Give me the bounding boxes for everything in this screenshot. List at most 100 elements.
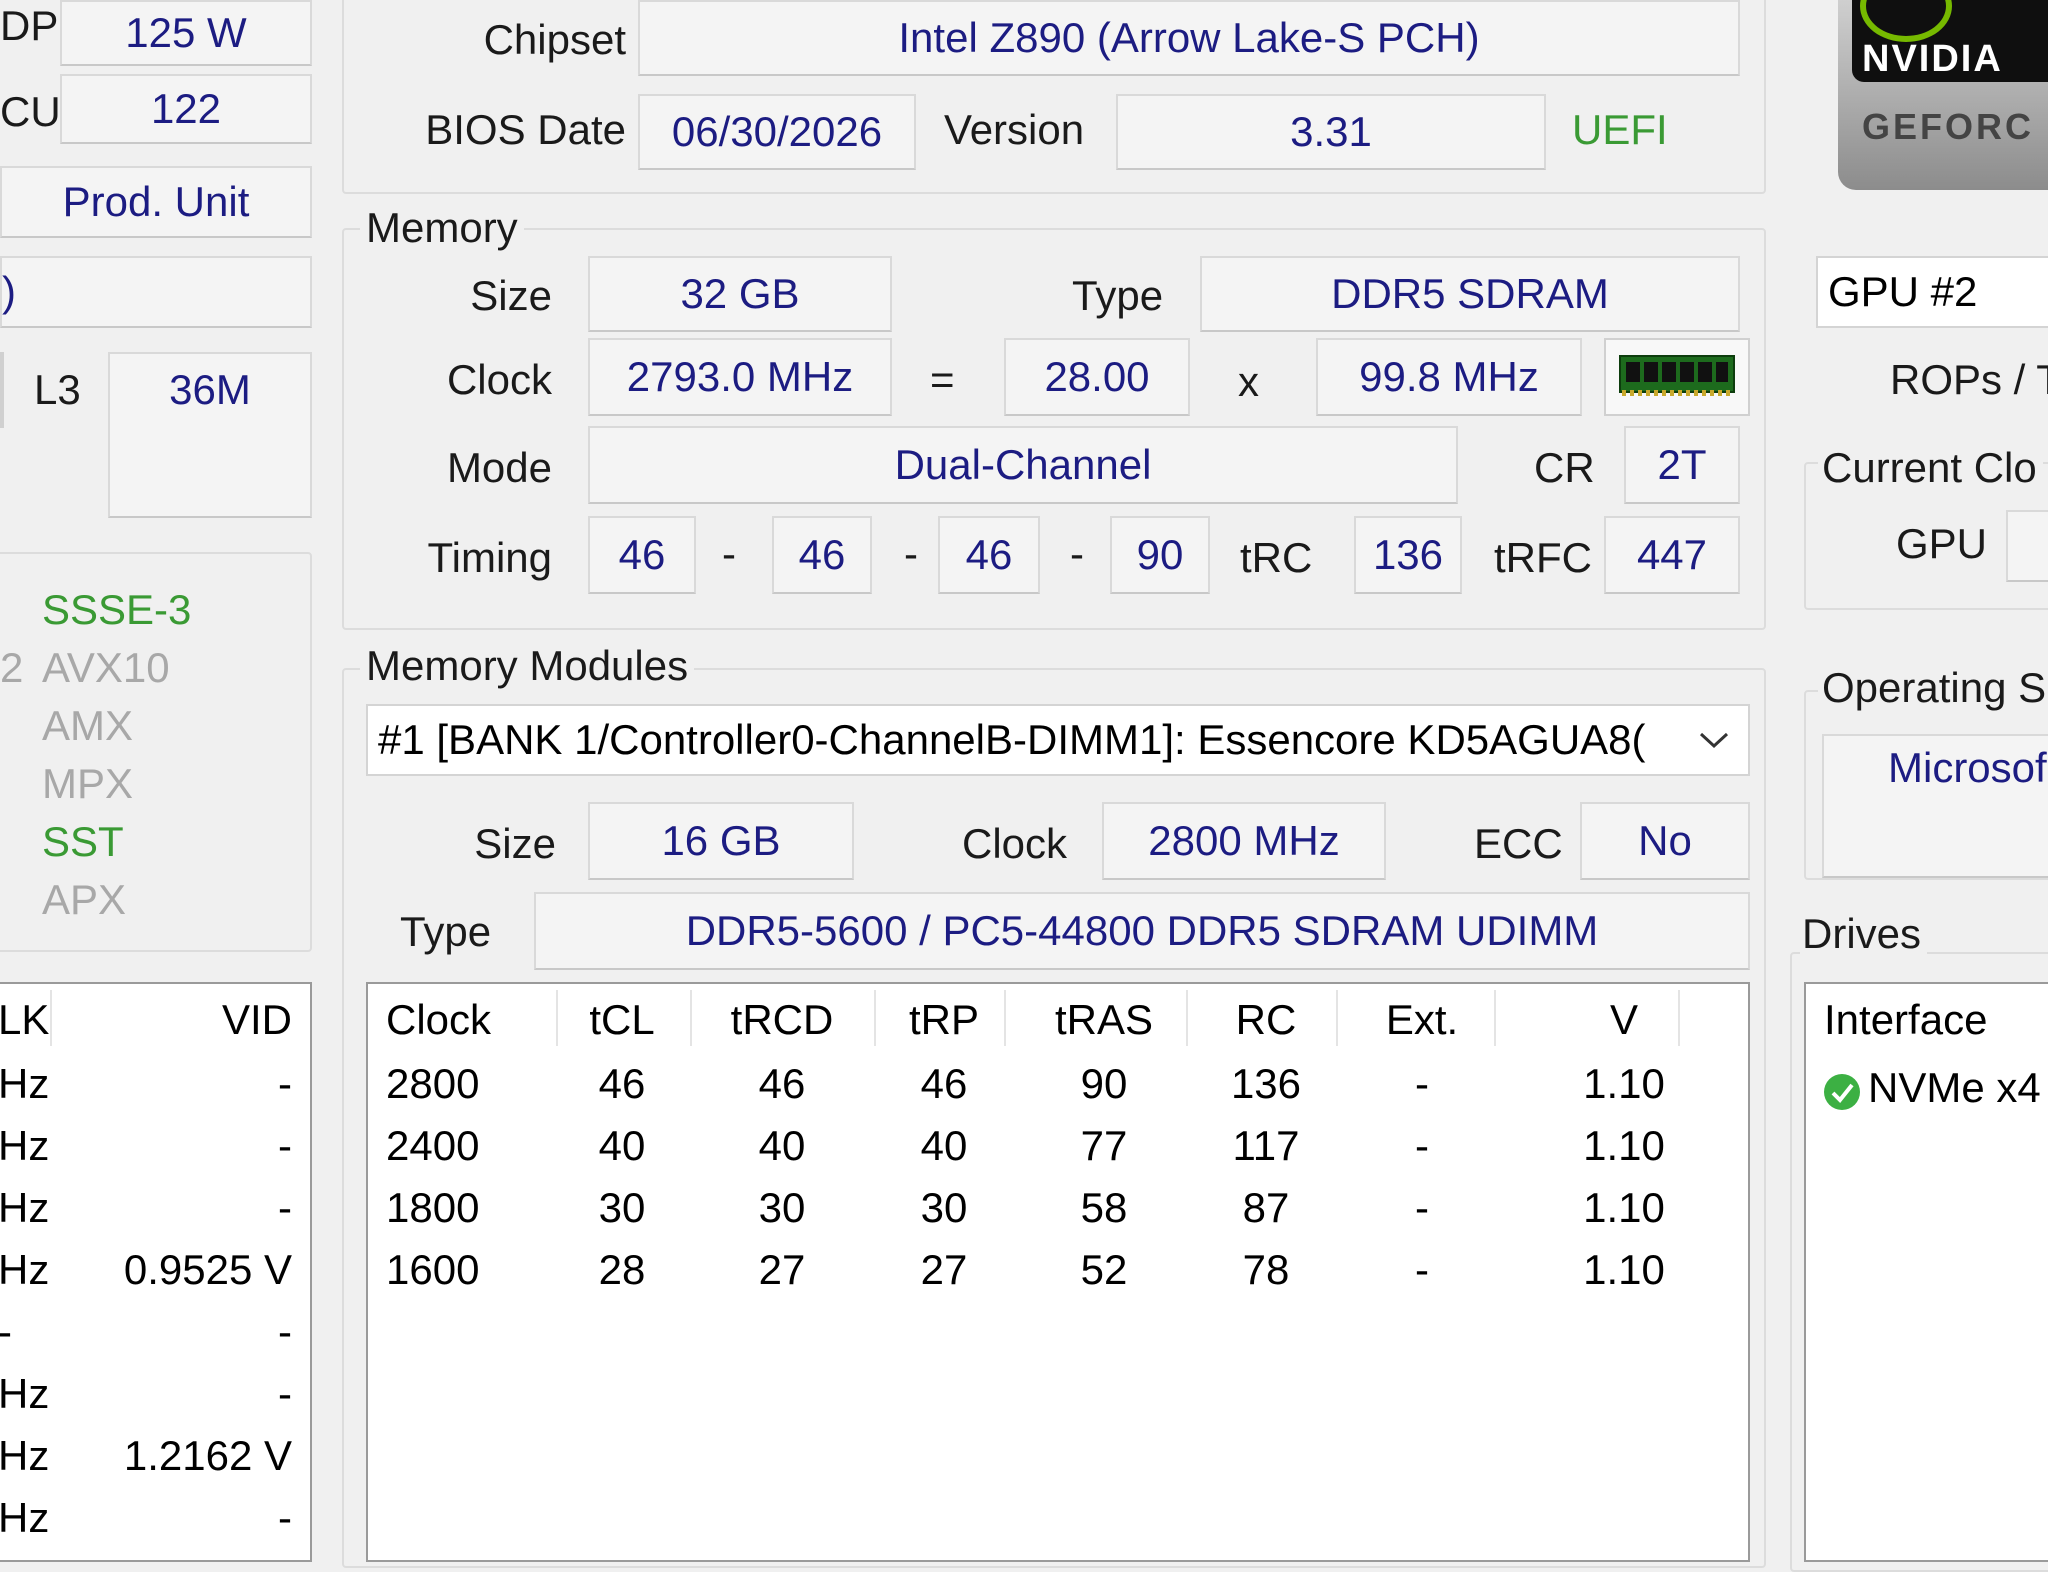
timing-rcd: 46 (772, 516, 872, 594)
clock-row-vid: - (278, 1122, 292, 1169)
ecc-value: No (1580, 802, 1750, 880)
mem-size-value: 32 GB (588, 256, 892, 332)
gpu-select-dropdown[interactable]: GPU #2 (1816, 256, 2048, 328)
l3-value: 36M (108, 352, 312, 518)
timings-cell: 58 (1080, 1184, 1128, 1231)
nvidia-logo: NVIDIA GEFORC (1838, 0, 2048, 190)
timings-cell: - (1415, 1246, 1429, 1293)
instruction-item: APX (42, 876, 127, 923)
drives-list[interactable]: Interface NVMe x4 (1804, 982, 2048, 1562)
module-type-label: Type (400, 908, 492, 955)
timings-col-header[interactable]: Ext. (1362, 996, 1482, 1044)
timings-cell: 87 (1242, 1184, 1290, 1231)
current-clocks-title: Current Clo (1818, 444, 2043, 492)
memory-modules-title: Memory Modules (360, 642, 695, 690)
trc-value: 136 (1354, 516, 1462, 594)
module-select-dropdown[interactable]: #1 [BANK 1/Controller0-ChannelB-DIMM1]: … (366, 704, 1750, 776)
timing-label: Timing (427, 534, 552, 581)
timings-cell: 117 (1232, 1122, 1300, 1169)
cr-value: 2T (1624, 426, 1740, 504)
clock-row-freq: Hz (0, 1494, 50, 1541)
timings-col-header[interactable]: tRCD (722, 996, 842, 1044)
column-divider (1004, 990, 1006, 1046)
clock-row-freq: Hz (0, 1122, 50, 1169)
timings-col-header[interactable]: RC (1206, 996, 1326, 1044)
timing-dash-2: - (904, 530, 918, 577)
timing-dash-3: - (1070, 530, 1084, 577)
bios-date-value: 06/30/2026 (638, 94, 916, 170)
clock-row-vid: 1.2162 V (123, 1432, 292, 1479)
drive-interface-value: NVMe x4 (1868, 1064, 2041, 1111)
col-vid-header: VID (221, 996, 292, 1043)
timings-cell: 30 (598, 1184, 646, 1231)
chevron-down-icon[interactable] (1680, 706, 1748, 774)
instruction-item: AMX (42, 702, 134, 749)
timings-cell: 1800 (386, 1184, 480, 1231)
avx-prefix: 2 (0, 644, 24, 691)
clocks-list[interactable]: LK VID Hz - Hz - Hz - Hz 0.9525 V - - Hz - Hz 1.2162 … (0, 982, 312, 1562)
timings-cell: 40 (920, 1122, 968, 1169)
timings-col-header[interactable]: V (1564, 996, 1684, 1044)
version-label: Version (944, 106, 1085, 153)
ecc-label: ECC (1474, 820, 1563, 867)
memory-stick-icon (1604, 338, 1750, 416)
timings-cell: 46 (920, 1060, 968, 1107)
module-clock-value: 2800 MHz (1102, 802, 1386, 880)
timings-cell: 52 (1080, 1246, 1128, 1293)
timings-cell: - (1415, 1184, 1429, 1231)
clock-row-vid: - (278, 1308, 292, 1355)
clock-row-freq: Hz (0, 1370, 50, 1417)
timings-cell: 1.10 (1583, 1184, 1665, 1231)
clock-row-freq: - (0, 1308, 12, 1356)
mem-size-label: Size (470, 272, 552, 319)
multiplier-value: 28.00 (1004, 338, 1190, 416)
l3-label: L3 (34, 366, 81, 413)
clock-row-freq: Hz (0, 1246, 50, 1293)
mode-label: Mode (446, 444, 552, 491)
clock-row-freq: Hz (0, 1432, 50, 1479)
timings-cell: 77 (1080, 1122, 1128, 1169)
tdp-label: DP (0, 2, 59, 49)
instruction-item: MPX (42, 760, 134, 807)
module-type-value: DDR5-5600 / PC5-44800 DDR5 SDRAM UDIMM (534, 892, 1750, 970)
timings-cell: 40 (598, 1122, 646, 1169)
timings-cell: 78 (1242, 1246, 1290, 1293)
chipset-value: Intel Z890 (Arrow Lake-S PCH) (638, 0, 1740, 76)
equals-sign: = (930, 356, 955, 403)
timing-rp: 46 (938, 516, 1040, 594)
trfc-value: 447 (1604, 516, 1740, 594)
timings-cell: 30 (758, 1184, 806, 1231)
instruction-item: SSSE-3 (42, 586, 192, 633)
memory-group-title: Memory (360, 204, 524, 252)
timings-cell: - (1415, 1122, 1429, 1169)
timings-cell: 1.10 (1583, 1122, 1665, 1169)
module-size-value: 16 GB (588, 802, 854, 880)
clock-row-vid: - (278, 1184, 292, 1231)
logo-line-1: NVIDIA (1862, 38, 2003, 80)
version-value: 3.31 (1116, 94, 1546, 170)
timings-col-header[interactable]: tRAS (1044, 996, 1164, 1044)
clock-row-freq: Hz (0, 1184, 50, 1231)
cu-value: 122 (60, 74, 312, 144)
column-divider (1678, 990, 1680, 1046)
timings-cell: 1600 (386, 1246, 480, 1293)
check-circle-icon (1822, 1072, 1862, 1112)
trfc-label: tRFC (1494, 534, 1592, 581)
tdp-value: 125 W (60, 0, 312, 66)
timings-col-header[interactable]: tRP (884, 996, 1004, 1044)
timings-table[interactable]: Clock tCL tRCD tRP tRAS RC Ext. V 2800 46 46 46 90 1… (366, 982, 1750, 1562)
timings-col-header[interactable]: tCL (562, 996, 682, 1044)
column-divider (556, 990, 558, 1046)
timings-cell: 136 (1230, 1060, 1302, 1107)
rops-label: ROPs / T (1890, 356, 2048, 403)
module-size-label: Size (474, 820, 556, 867)
gpu-select-value: GPU #2 (1828, 268, 1978, 315)
clock-row-freq: Hz (0, 1060, 50, 1107)
timings-cell: - (1415, 1060, 1429, 1107)
instruction-item: SST (42, 818, 124, 865)
partial-field: ) (0, 256, 312, 328)
timings-cell: 1.10 (1583, 1246, 1665, 1293)
timings-col-header[interactable]: Clock (386, 996, 506, 1044)
timings-cell: 40 (758, 1122, 806, 1169)
divider (0, 352, 4, 428)
